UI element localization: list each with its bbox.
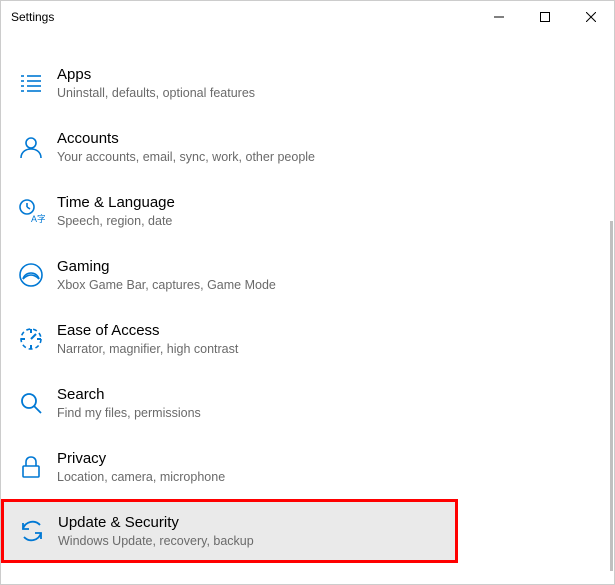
item-title: Privacy [57,449,225,469]
privacy-icon [15,451,47,483]
window-controls [476,1,614,33]
settings-item-privacy[interactable]: Privacy Location, camera, microphone [1,435,614,499]
settings-item-accounts[interactable]: Accounts Your accounts, email, sync, wor… [1,115,614,179]
item-subtitle: Uninstall, defaults, optional features [57,85,255,101]
item-text: Gaming Xbox Game Bar, captures, Game Mod… [57,257,276,294]
item-subtitle: Xbox Game Bar, captures, Game Mode [57,277,276,293]
ease-of-access-icon [15,323,47,355]
item-text: Update & Security Windows Update, recove… [58,513,254,550]
item-text: Time & Language Speech, region, date [57,193,175,230]
settings-item-search[interactable]: Search Find my files, permissions [1,371,614,435]
item-subtitle: Find my files, permissions [57,405,201,421]
window-title: Settings [11,10,476,24]
item-title: Time & Language [57,193,175,213]
item-subtitle: Your accounts, email, sync, work, other … [57,149,315,165]
item-subtitle: Narrator, magnifier, high contrast [57,341,238,357]
settings-item-apps[interactable]: Apps Uninstall, defaults, optional featu… [1,51,614,115]
item-title: Update & Security [58,513,254,533]
scrollbar[interactable] [610,221,613,571]
item-text: Apps Uninstall, defaults, optional featu… [57,65,255,102]
time-language-icon: A字 [15,195,47,227]
item-text: Search Find my files, permissions [57,385,201,422]
maximize-button[interactable] [522,1,568,33]
titlebar: Settings [1,1,614,33]
search-icon [15,387,47,419]
minimize-button[interactable] [476,1,522,33]
item-title: Apps [57,65,255,85]
apps-icon [15,67,47,99]
item-title: Gaming [57,257,276,277]
close-button[interactable] [568,1,614,33]
item-title: Search [57,385,201,405]
item-text: Ease of Access Narrator, magnifier, high… [57,321,238,358]
settings-list: Apps Uninstall, defaults, optional featu… [1,51,614,563]
settings-item-gaming[interactable]: Gaming Xbox Game Bar, captures, Game Mod… [1,243,614,307]
item-subtitle: Windows Update, recovery, backup [58,533,254,549]
svg-text:A字: A字 [31,213,45,224]
gaming-icon [15,259,47,291]
settings-item-time-language[interactable]: A字 Time & Language Speech, region, date [1,179,614,243]
update-security-icon [16,515,48,547]
accounts-icon [15,131,47,163]
settings-item-update-security[interactable]: Update & Security Windows Update, recove… [1,499,458,563]
item-subtitle: Location, camera, microphone [57,469,225,485]
item-subtitle: Speech, region, date [57,213,175,229]
item-title: Accounts [57,129,315,149]
item-text: Accounts Your accounts, email, sync, wor… [57,129,315,166]
settings-item-ease-of-access[interactable]: Ease of Access Narrator, magnifier, high… [1,307,614,371]
item-text: Privacy Location, camera, microphone [57,449,225,486]
item-title: Ease of Access [57,321,238,341]
